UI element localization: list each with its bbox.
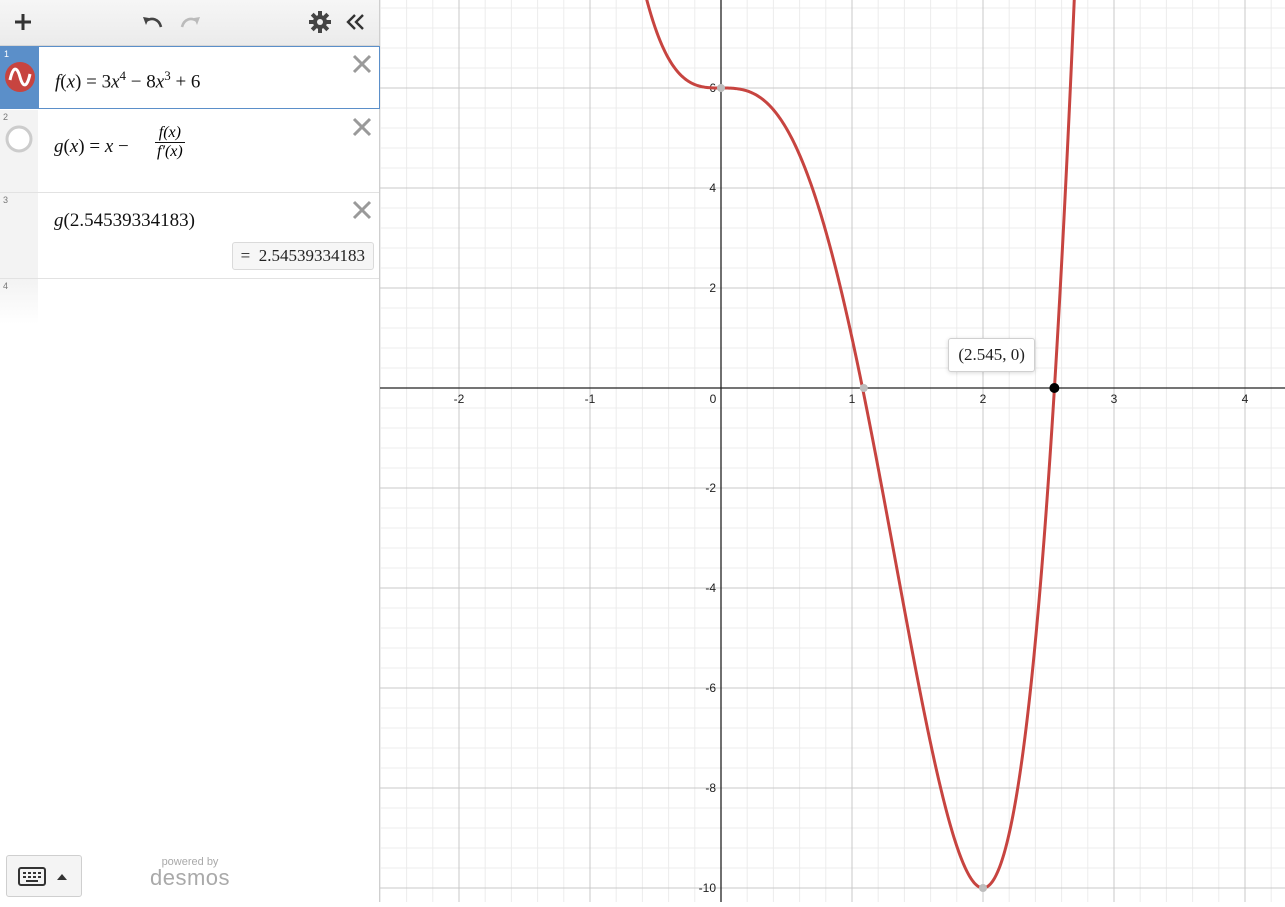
expression-input[interactable]: f(x) = 3x4 − 8x3 + 6 [55,68,200,93]
gear-icon [309,11,331,33]
selected-point [1049,383,1060,393]
point-of-interest [717,84,725,92]
exponent: 3 [164,68,171,83]
keyboard-toggle-button[interactable] [6,855,82,897]
argument: 2.54539334183 [69,210,189,231]
expression-gutter: 2 [0,110,38,192]
exponent: 4 [119,68,127,83]
x-tick-label: 0 [710,392,717,406]
result-value: 2.54539334183 [258,246,365,265]
expression-index: 1 [4,49,10,59]
point-of-interest [979,884,987,892]
expression-index: 3 [3,195,9,205]
function-name: g [54,136,64,157]
expression-index: 2 [3,112,9,122]
double-chevron-left-icon [346,14,364,30]
plus-icon [15,14,31,30]
x-tick-label: 2 [980,392,987,406]
expression-gutter: 1 [1,47,39,108]
equals-sign: = [86,71,97,93]
fraction-numerator: f(x) [155,124,185,143]
equals-sign: = [89,136,101,157]
fraction-denominator: f′(x) [157,143,183,160]
x-tick-label: 3 [1111,392,1118,406]
undo-icon [143,17,163,28]
x-tick-label: -1 [585,392,596,406]
add-expression-button[interactable] [7,6,39,38]
caret-up-icon [57,874,67,880]
expression-input[interactable]: g(2.54539334183) [54,210,195,232]
redo-icon [180,17,200,28]
variable: x [155,71,165,93]
constant: 6 [190,71,201,93]
expression-panel: 1 f(x) = 3x4 − 8x3 + 6 2 g(x) = x − f(x)… [0,0,380,902]
operator: + [175,71,187,93]
y-tick-label: -10 [699,881,717,895]
x-tick-label: 4 [1242,392,1249,406]
y-tick-label: 4 [709,181,716,195]
powered-by-logo: powered by desmos [150,856,230,891]
y-tick-label: 2 [709,281,716,295]
expression-row-1[interactable]: 1 f(x) = 3x4 − 8x3 + 6 [0,46,380,109]
point-of-interest [859,384,868,392]
operator: − [118,136,129,157]
toolbar [0,0,379,46]
x-tick-label: -2 [454,392,465,406]
variable: x [111,71,120,93]
fraction: f(x) f′(x) [155,124,185,161]
function-name: g [54,210,64,231]
redo-button[interactable] [174,6,206,38]
expression-gutter: 4 [0,279,38,324]
x-tick-label: 1 [849,392,856,406]
graph-paper[interactable]: -2 -1 0 1 2 3 4 6 4 2 -2 -4 -6 -8 -10 (2.545, 0) [379,0,1285,902]
hidden-color-icon[interactable] [4,124,34,154]
collapse-panel-button[interactable] [340,6,372,38]
graph-canvas[interactable]: -2 -1 0 1 2 3 4642-2-4-6-8-10 [379,0,1285,902]
operator: − [130,71,142,93]
y-tick-label: -2 [705,481,716,495]
delete-expression-icon[interactable] [351,199,373,221]
curve-color-icon[interactable] [5,62,35,92]
coefficient: 3 [101,71,112,93]
expression-input[interactable]: g(x) = x − [54,136,129,158]
expression-row-3[interactable]: 3 g(2.54539334183) = 2.54539334183 [0,193,379,279]
variable: x [104,136,114,157]
undo-button[interactable] [137,6,169,38]
variable: x [69,136,79,157]
delete-expression-icon[interactable] [351,116,373,138]
y-tick-label: -8 [705,781,716,795]
coefficient: 8 [146,71,156,93]
expression-gutter: 3 [0,193,38,278]
variable: x [66,71,76,93]
expression-row-2[interactable]: 2 g(x) = x − f(x) f′(x) [0,110,379,193]
brand-name: desmos [150,865,231,890]
expression-row-4[interactable]: 4 [0,279,379,324]
y-tick-label: -6 [705,681,716,695]
keyboard-icon [18,867,67,886]
expression-index: 4 [3,281,9,291]
result-equals: = [240,246,251,265]
function-curve [645,0,1076,890]
settings-button[interactable] [304,6,336,38]
evaluation-result: = 2.54539334183 [231,242,374,270]
point-label: (2.545, 0) [948,338,1035,372]
y-tick-label: -4 [705,581,716,595]
delete-expression-icon[interactable] [351,53,373,75]
